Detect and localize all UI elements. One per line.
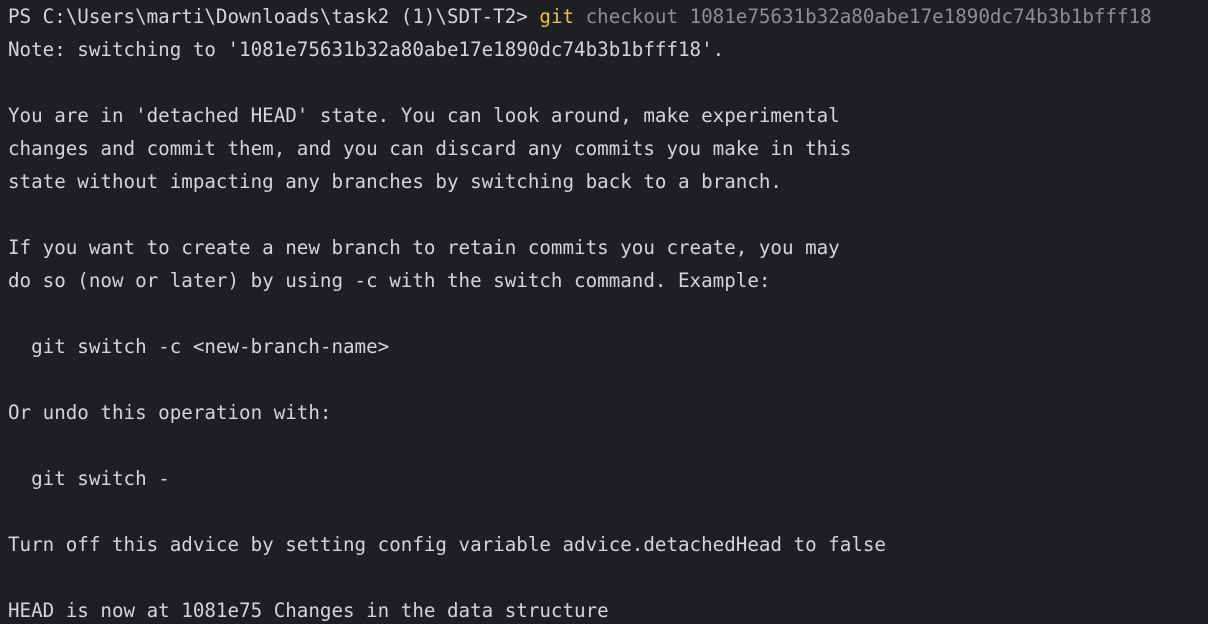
- command-line: PS C:\Users\marti\Downloads\task2 (1)\SD…: [8, 0, 1152, 33]
- output-line-head: HEAD is now at 1081e75 Changes in the da…: [8, 599, 609, 622]
- output-line-branch-2: do so (now or later) by using -c with th…: [8, 269, 771, 292]
- output-line-detached-2: changes and commit them, and you can dis…: [8, 137, 852, 160]
- terminal-window[interactable]: PS C:\Users\marti\Downloads\task2 (1)\SD…: [0, 0, 1208, 624]
- output-line-undo: Or undo this operation with:: [8, 401, 332, 424]
- shell-prompt: PS C:\Users\marti\Downloads\task2 (1)\SD…: [8, 5, 540, 28]
- output-line-advice: Turn off this advice by setting config v…: [8, 533, 886, 556]
- command-name: git: [539, 5, 575, 28]
- output-line-note: Note: switching to '1081e75631b32a80abe1…: [8, 38, 725, 61]
- output-line-detached-1: You are in 'detached HEAD' state. You ca…: [8, 104, 840, 127]
- output-line-switch-back: git switch -: [8, 467, 170, 490]
- output-line-switch-example: git switch -c <new-branch-name>: [8, 335, 390, 358]
- output-line-detached-3: state without impacting any branches by …: [8, 170, 782, 193]
- command-args: checkout 1081e75631b32a80abe17e1890dc74b…: [574, 5, 1152, 28]
- output-line-branch-1: If you want to create a new branch to re…: [8, 236, 840, 259]
